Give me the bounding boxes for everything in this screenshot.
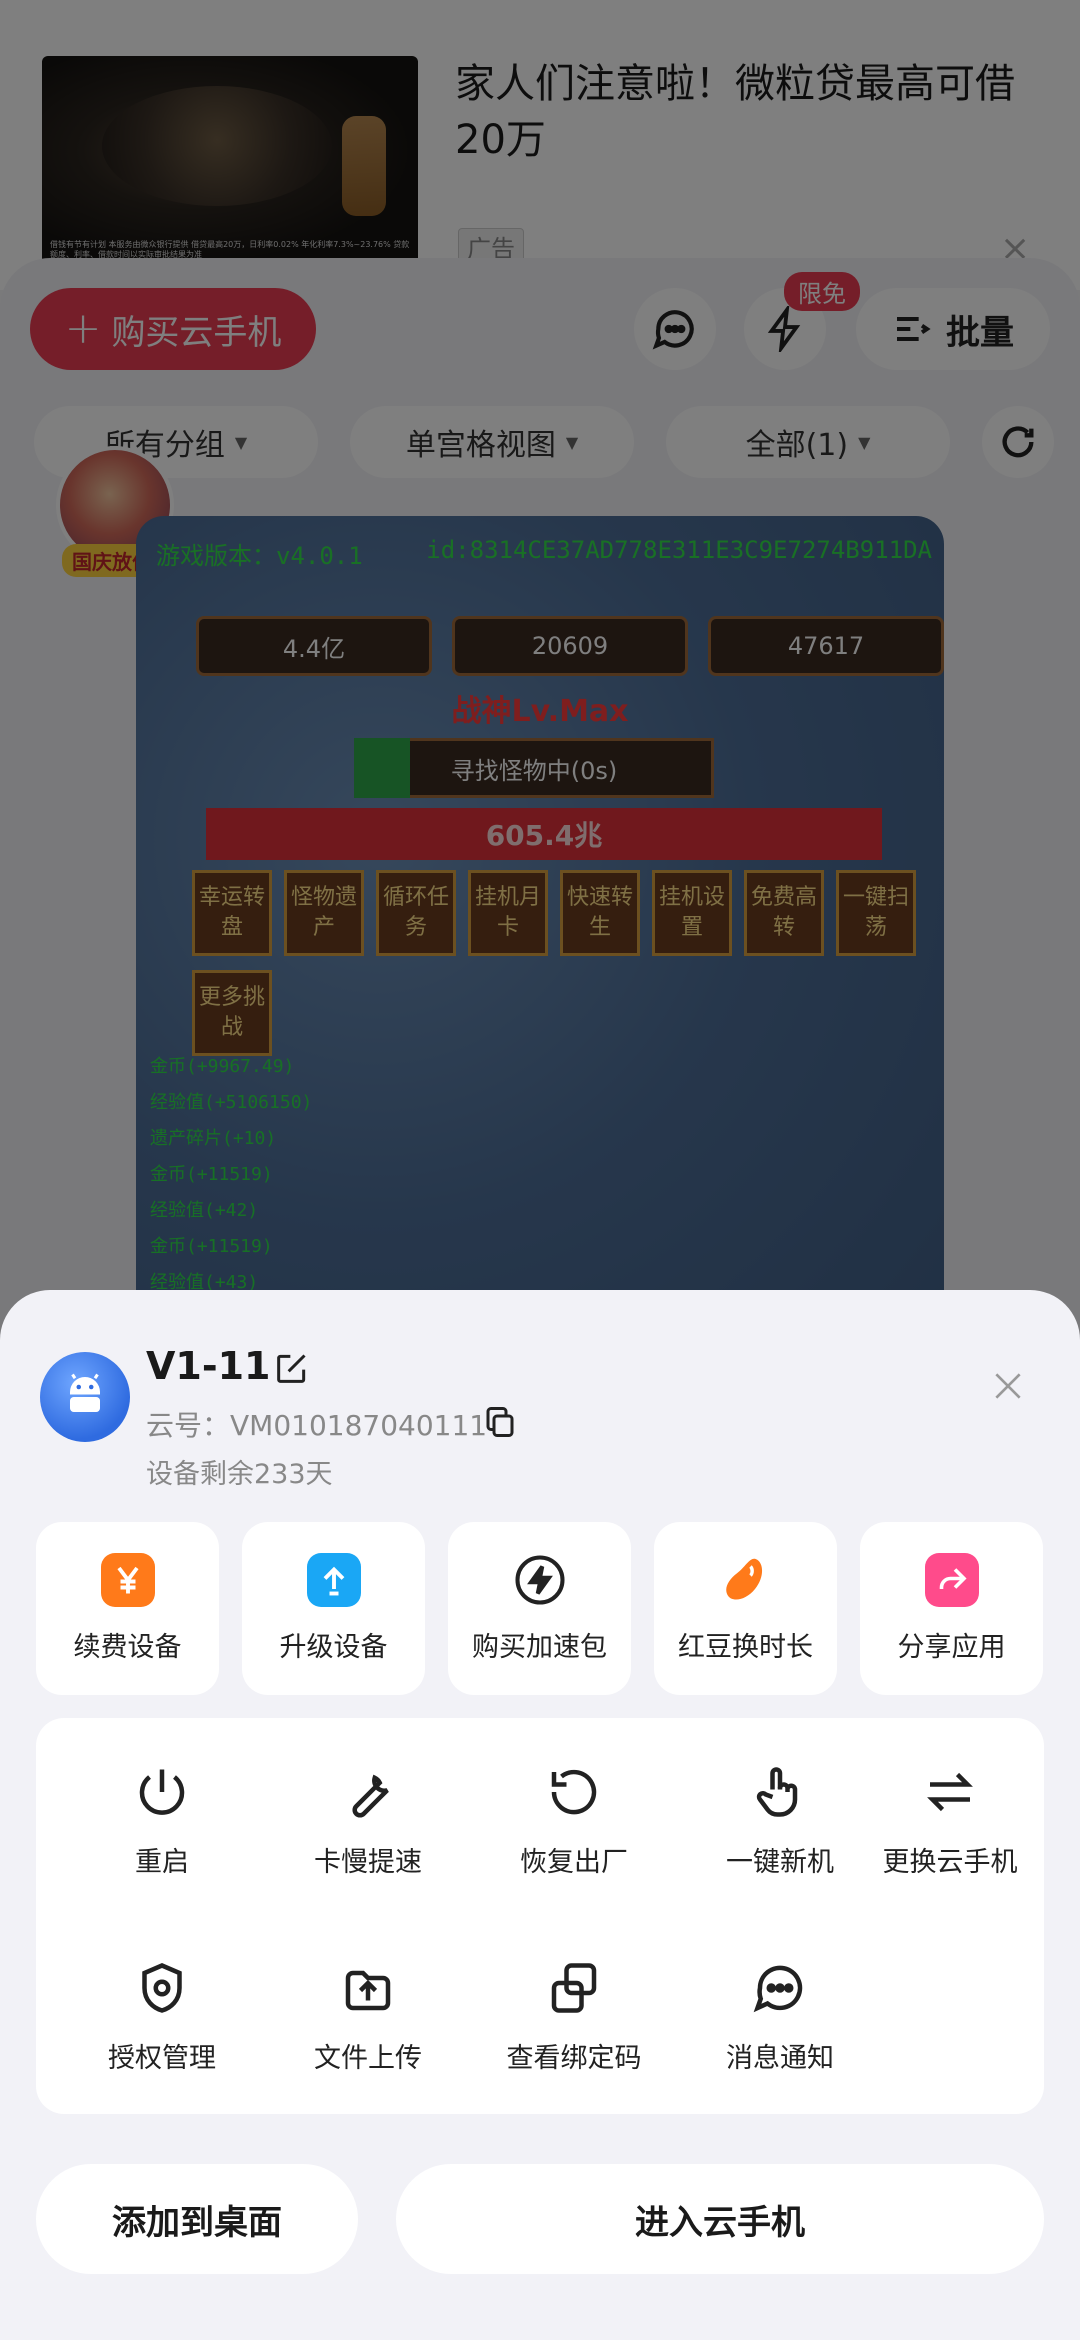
cloud-id: 云号：VM010187040111 xyxy=(146,1409,488,1442)
bean-icon xyxy=(719,1553,773,1607)
enter-cloud-phone-button[interactable]: 进入云手机 xyxy=(396,2164,1044,2274)
swap-icon xyxy=(927,1772,973,1812)
auth-management-button[interactable]: 授权管理 xyxy=(72,1958,252,2098)
notifications-button[interactable]: 消息通知 xyxy=(690,1958,870,2098)
close-icon[interactable] xyxy=(988,1366,1028,1406)
file-upload-label: 文件上传 xyxy=(314,2043,422,2074)
speed-up-button[interactable]: 卡慢提速 xyxy=(278,1762,458,1902)
bean-exchange-label: 红豆换时长 xyxy=(678,1632,813,1663)
shield-icon xyxy=(142,1963,182,2013)
share-app-button[interactable]: 分享应用 xyxy=(860,1522,1043,1695)
remaining-days: 设备剩余233天 xyxy=(146,1459,333,1490)
reset-icon xyxy=(551,1769,597,1815)
link-icon xyxy=(551,1963,597,2013)
bean-exchange-button[interactable]: 红豆换时长 xyxy=(654,1522,837,1695)
add-to-desktop-button[interactable]: 添加到桌面 xyxy=(36,2164,358,2274)
factory-reset-button[interactable]: 恢复出厂 xyxy=(484,1762,664,1902)
notifications-label: 消息通知 xyxy=(726,2043,834,2074)
change-phone-button[interactable]: 更换云手机 xyxy=(860,1762,1040,1902)
speed-up-label: 卡慢提速 xyxy=(314,1847,422,1878)
message-icon xyxy=(753,1965,803,2013)
wrench-icon xyxy=(352,1774,389,1818)
device-action-sheet: V1-11 云号：VM010187040111 设备剩余233天 续费设备 升级… xyxy=(0,1290,1080,2340)
change-phone-label: 更换云手机 xyxy=(882,1847,1018,1878)
buy-boost-pack-label: 购买加速包 xyxy=(472,1632,607,1663)
share-app-label: 分享应用 xyxy=(897,1632,1006,1663)
buy-boost-pack-button[interactable]: 购买加速包 xyxy=(448,1522,631,1695)
binding-code-label: 查看绑定码 xyxy=(506,2043,642,2074)
new-device-button[interactable]: 一键新机 xyxy=(690,1762,870,1902)
tap-icon xyxy=(756,1767,798,1817)
auth-management-label: 授权管理 xyxy=(108,2043,216,2074)
yen-icon xyxy=(100,1553,155,1607)
new-device-label: 一键新机 xyxy=(726,1847,834,1878)
binding-code-button[interactable]: 查看绑定码 xyxy=(484,1958,664,2098)
android-icon xyxy=(40,1352,130,1442)
upgrade-device-button[interactable]: 升级设备 xyxy=(242,1522,425,1695)
restart-button[interactable]: 重启 xyxy=(72,1762,252,1902)
device-tools-panel: 重启 卡慢提速 恢复出厂 一键新机 更换云手机 授权管理 文件上传 查看绑定码 … xyxy=(36,1718,1044,2114)
upload-icon xyxy=(345,1970,391,2011)
file-upload-button[interactable]: 文件上传 xyxy=(278,1958,458,2098)
restart-label: 重启 xyxy=(135,1847,189,1878)
lightning-icon xyxy=(513,1553,567,1607)
share-icon xyxy=(924,1553,979,1607)
upgrade-icon xyxy=(306,1553,361,1607)
renew-device-label: 续费设备 xyxy=(73,1632,182,1663)
power-icon xyxy=(139,1769,185,1815)
renew-device-button[interactable]: 续费设备 xyxy=(36,1522,219,1695)
edit-icon[interactable] xyxy=(272,1348,312,1388)
upgrade-device-label: 升级设备 xyxy=(279,1632,388,1663)
factory-reset-label: 恢复出厂 xyxy=(520,1847,628,1878)
device-name: V1-11 xyxy=(146,1344,271,1388)
copy-icon[interactable] xyxy=(482,1404,518,1440)
